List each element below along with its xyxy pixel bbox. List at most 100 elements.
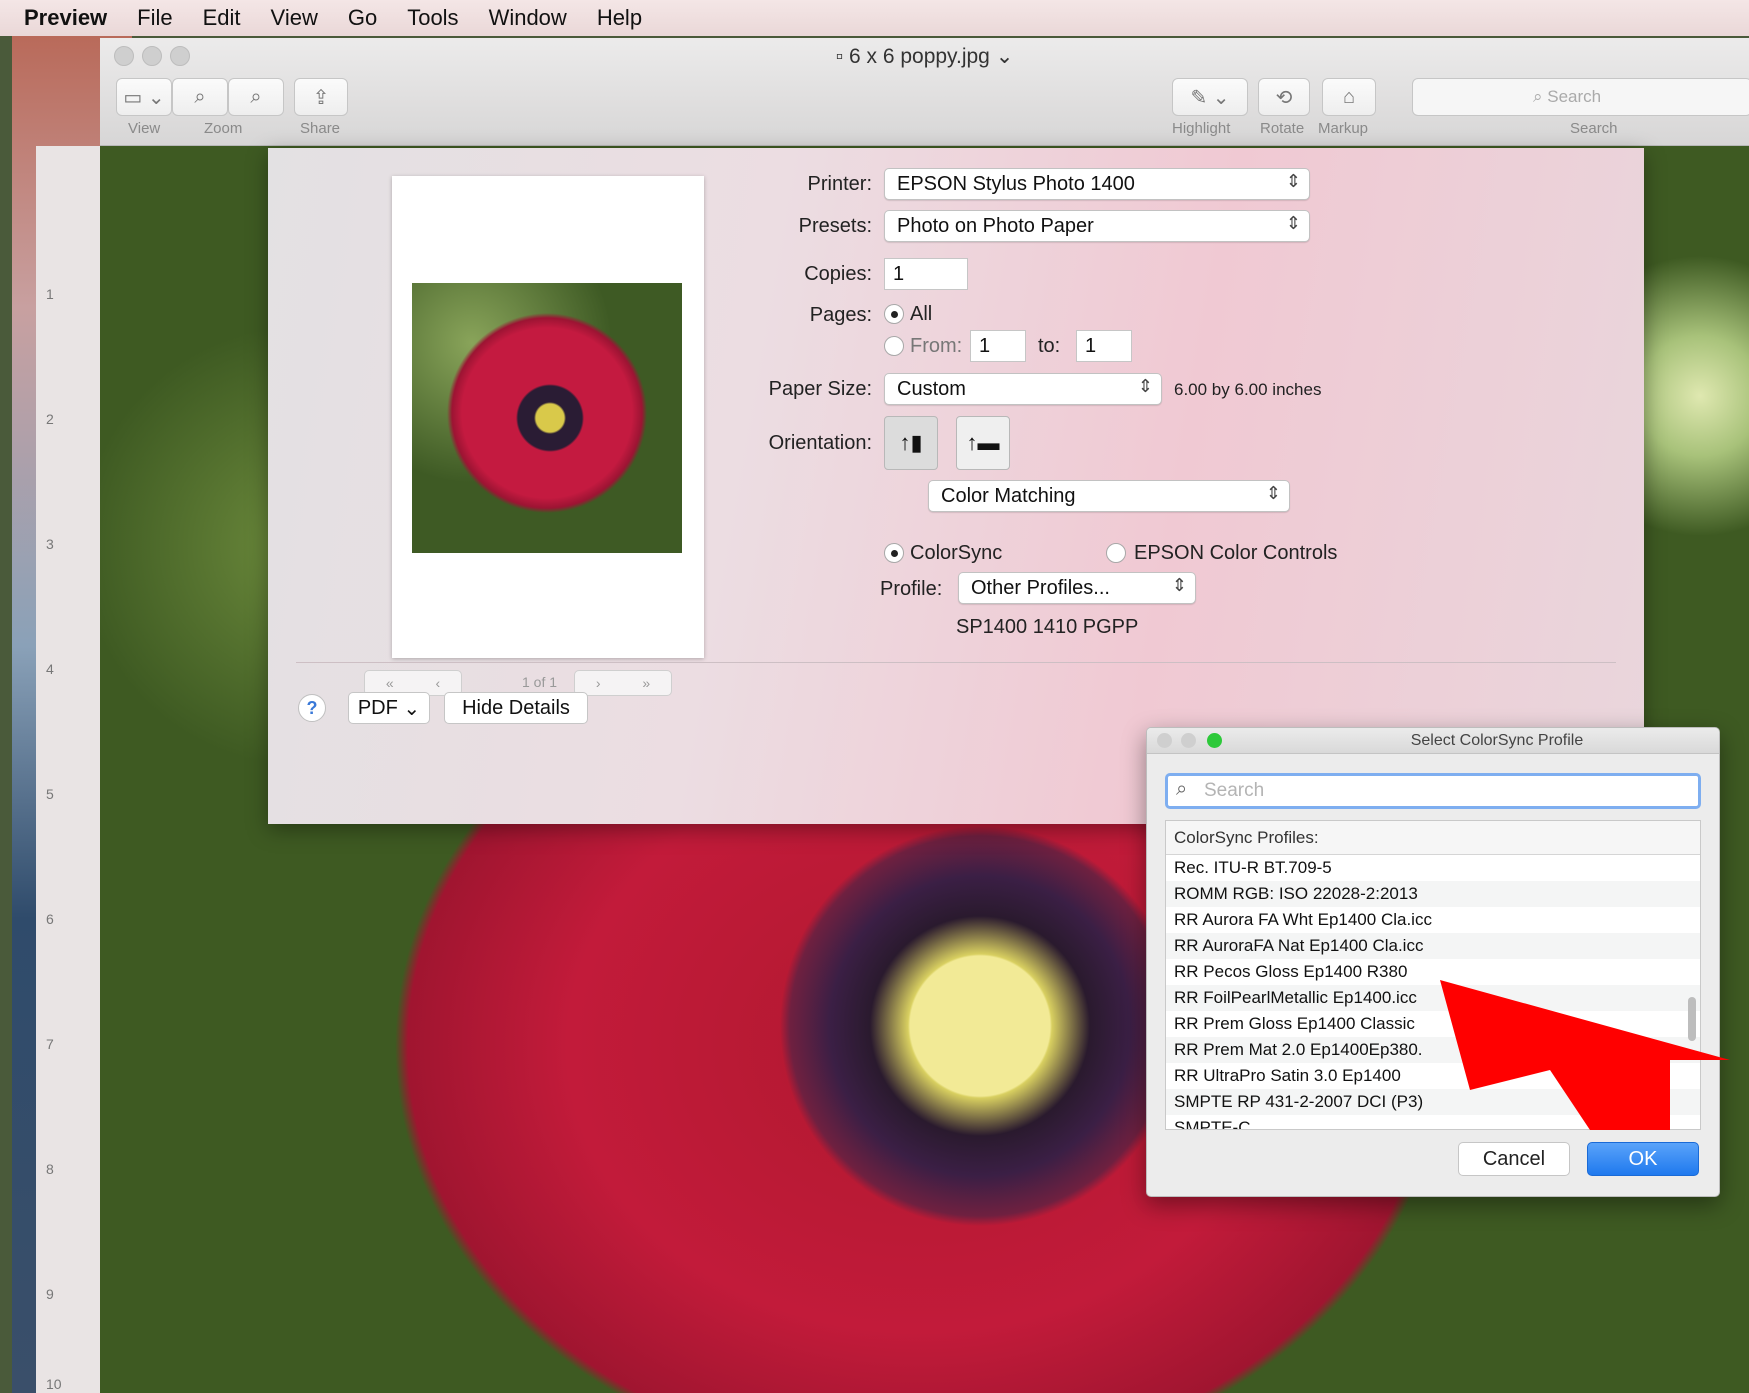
share-icon: ⇪ (312, 86, 330, 109)
profile-list-item[interactable]: ROMM RGB: ISO 22028-2:2013 (1166, 881, 1700, 907)
menu-window[interactable]: Window (489, 5, 567, 31)
page-number: 4 (46, 661, 54, 677)
pages-to-field[interactable]: 1 (1076, 330, 1132, 362)
dialog-zoom-button[interactable] (1207, 733, 1222, 748)
highlight-label: Highlight (1172, 120, 1231, 137)
chevron-down-icon: ⌄ (397, 697, 421, 720)
portrait-icon: ↑▮ (899, 430, 923, 455)
pages-from-field[interactable]: 1 (970, 330, 1026, 362)
profile-list-item[interactable]: RR Aurora FA Wht Ep1400 Cla.icc (1166, 907, 1700, 933)
rotate-button[interactable]: ⟲ (1258, 78, 1310, 116)
epson-color-controls-label: EPSON Color Controls (1134, 542, 1338, 564)
search-label: Search (1570, 120, 1618, 137)
profile-list-item[interactable]: Rec. ITU-R BT.709-5 (1166, 855, 1700, 881)
copies-field[interactable]: 1 (884, 258, 968, 290)
print-sheet: «‹ 1 of 1 ›» Printer: EPSON Stylus Photo… (268, 148, 1644, 824)
page-number: 8 (46, 1161, 54, 1177)
menu-edit[interactable]: Edit (203, 5, 241, 31)
pages-from-radio[interactable] (884, 336, 904, 356)
dialog-close-button[interactable] (1157, 733, 1172, 748)
menu-file[interactable]: File (137, 5, 172, 31)
page-number: 3 (46, 536, 54, 552)
document-icon: ▫ (835, 45, 849, 68)
help-button[interactable]: ? (298, 694, 326, 722)
profile-popup[interactable]: Other Profiles... ⇕ (958, 572, 1196, 604)
pdf-menu-button[interactable]: PDF ⌄ (348, 692, 430, 724)
window-title: ▫ 6 x 6 poppy.jpg ⌄ (835, 45, 1014, 68)
window-toolbar: ▫ 6 x 6 poppy.jpg ⌄ ▭ ⌄ View ⌕ ⌕ Zoom ⇪ … (100, 38, 1749, 146)
portrait-orientation-button[interactable]: ↑▮ (884, 416, 938, 470)
zoom-in-icon: ⌕ (250, 85, 262, 108)
prev-page-icon[interactable]: ‹ (435, 675, 440, 691)
view-menu-button[interactable]: ▭ ⌄ (116, 78, 172, 116)
cancel-button[interactable]: Cancel (1458, 1142, 1570, 1176)
dialog-title: Select ColorSync Profile (1410, 732, 1584, 749)
search-icon: ⌕ (1533, 87, 1548, 106)
share-label: Share (300, 120, 341, 137)
rotate-icon: ⟲ (1275, 86, 1293, 109)
updown-icon: ⇕ (1285, 213, 1301, 233)
copies-label: Copies: (804, 263, 872, 285)
toolbar-search-field[interactable]: ⌕ Search (1412, 78, 1749, 116)
zoom-out-button[interactable]: ⌕ (172, 78, 228, 116)
menu-app-name[interactable]: Preview (24, 5, 107, 31)
pages-all-radio[interactable] (884, 304, 904, 324)
next-page-icon[interactable]: › (596, 675, 601, 691)
page-number: 9 (46, 1286, 54, 1302)
page-number: 6 (46, 911, 54, 927)
epson-color-controls-radio[interactable] (1106, 543, 1126, 563)
first-page-icon[interactable]: « (386, 675, 394, 691)
profile-list-header: ColorSync Profiles: (1166, 821, 1700, 855)
colorsync-radio[interactable] (884, 543, 904, 563)
paper-size-popup[interactable]: Custom ⇕ (884, 373, 1162, 405)
profile-label: Profile: (880, 578, 943, 600)
hide-details-button[interactable]: Hide Details (444, 692, 588, 724)
menu-tools[interactable]: Tools (407, 5, 458, 31)
print-page-preview (392, 176, 704, 658)
dialog-titlebar: Select ColorSync Profile (1147, 728, 1719, 754)
menu-view[interactable]: View (271, 5, 318, 31)
chevron-down-icon[interactable]: ⌄ (990, 45, 1014, 68)
landscape-orientation-button[interactable]: ↑▬ (956, 416, 1010, 470)
zoom-out-icon: ⌕ (194, 85, 206, 108)
presets-popup[interactable]: Photo on Photo Paper ⇕ (884, 210, 1310, 242)
share-button[interactable]: ⇪ (294, 78, 348, 116)
profile-name: SP1400 1410 PGPP (956, 616, 1139, 638)
pages-label: Pages: (809, 304, 872, 326)
menu-go[interactable]: Go (348, 5, 377, 31)
page-number: 10 (46, 1376, 62, 1392)
ok-button[interactable]: OK (1587, 1142, 1699, 1176)
paper-size-dimensions: 6.00 by 6.00 inches (1174, 380, 1322, 399)
menu-help[interactable]: Help (597, 5, 642, 31)
highlight-button[interactable]: ✎ ⌄ (1172, 78, 1248, 116)
red-annotation-arrow-icon (1440, 980, 1730, 1130)
page-number: 2 (46, 411, 54, 427)
updown-icon: ⇕ (1285, 171, 1301, 191)
page-thumbnail-image (412, 283, 682, 553)
printer-popup[interactable]: EPSON Stylus Photo 1400 ⇕ (884, 168, 1310, 200)
sidebar-icon: ▭ ⌄ (123, 86, 165, 109)
zoom-label: Zoom (204, 120, 243, 137)
page-number: 7 (46, 1036, 54, 1052)
markup-button[interactable]: ⌂ (1322, 78, 1376, 116)
print-section-popup[interactable]: Color Matching ⇕ (928, 480, 1290, 512)
markup-icon: ⌂ (1342, 85, 1356, 108)
last-page-icon[interactable]: » (642, 675, 650, 691)
page-number: 1 (46, 286, 54, 302)
landscape-icon: ↑▬ (966, 430, 1000, 455)
menu-bar: Preview File Edit View Go Tools Window H… (0, 0, 1749, 36)
pages-all-label: All (910, 303, 933, 325)
updown-icon: ⇕ (1171, 575, 1187, 595)
page-number: 5 (46, 786, 54, 802)
profile-search-input[interactable]: ⌕ Search (1165, 773, 1701, 809)
search-icon: ⌕ (1176, 778, 1188, 800)
colorsync-label: ColorSync (910, 542, 1003, 564)
next-page-buttons[interactable]: ›» (574, 670, 672, 696)
profile-list-item[interactable]: RR AuroraFA Nat Ep1400 Cla.icc (1166, 933, 1700, 959)
zoom-in-button[interactable]: ⌕ (228, 78, 284, 116)
view-label: View (128, 120, 161, 137)
dialog-minimize-button[interactable] (1181, 733, 1196, 748)
presets-label: Presets: (798, 215, 872, 237)
highlighter-icon: ✎ ⌄ (1190, 86, 1230, 109)
pages-to-label: to: (1038, 335, 1061, 357)
